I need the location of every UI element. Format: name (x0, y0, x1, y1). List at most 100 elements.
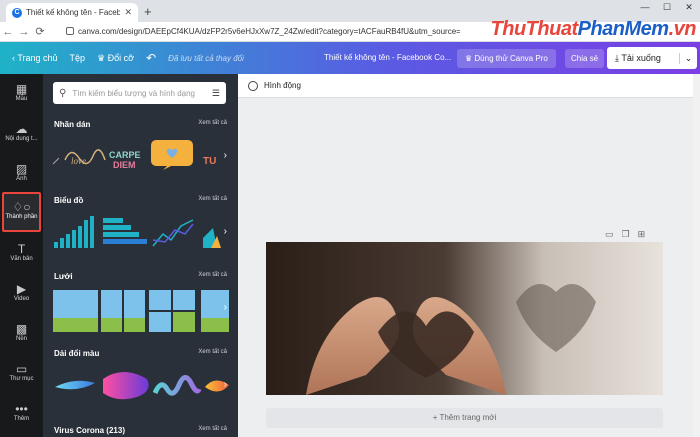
url-field[interactable]: canva.com/design/DAEEpCf4KUA/dzFP2r5v6eH… (66, 25, 460, 39)
sidebar-item-text[interactable]: T Văn bản (0, 242, 43, 262)
editor-toolbar: ‹ Trang chủ Tệp ♛ Đổi cỡ ↶ Đã lưu tất cả… (0, 42, 700, 74)
folder-icon: ▭ (15, 362, 28, 376)
see-all-link[interactable]: Xem tất cả (198, 196, 227, 202)
page-actions: ▭❐⊞ (605, 229, 653, 240)
section-title: Virus Corona (213) (54, 426, 125, 435)
sidebar-item-photos[interactable]: ▨ Ảnh (0, 162, 43, 182)
filter-sliders-icon[interactable]: ☰ (212, 88, 220, 99)
back-icon[interactable]: ← (0, 26, 16, 38)
sidebar-item-more[interactable]: ••• Thêm (0, 402, 43, 422)
sidebar-item-uploads[interactable]: ☁ Nội dung t... (0, 122, 43, 142)
section-gradients-header: Dải đổi màu Xem tất cả (54, 349, 227, 361)
section-covid-header: Virus Corona (213) Xem tất cả (54, 426, 227, 437)
download-label: Tải xuống (621, 52, 661, 63)
resize-button[interactable]: ♛ Đổi cỡ (97, 53, 134, 64)
grids-thumbnails[interactable] (51, 288, 231, 334)
chevron-right-icon[interactable]: › (224, 379, 227, 390)
section-title: Biểu đồ (54, 196, 84, 205)
sidebar-item-folders[interactable]: ▭ Thư mục (0, 362, 43, 382)
saved-status: Đã lưu tất cả thay đổi (168, 53, 244, 63)
forward-icon[interactable]: → (16, 26, 32, 38)
canvas-scrollbar[interactable] (693, 74, 700, 437)
chevron-right-icon[interactable]: › (224, 226, 227, 237)
section-charts-header: Biểu đồ Xem tất cả (54, 196, 227, 208)
text-t-icon: T (17, 242, 26, 256)
try-pro-button[interactable]: ♛ Dùng thử Canva Pro (457, 49, 556, 68)
close-tab-icon[interactable]: ✕ (124, 7, 132, 18)
download-button[interactable]: ⤓ Tải xuống ⌄ (607, 47, 697, 69)
stickers-thumbnails[interactable]: love CARPE DIEM TU (51, 136, 231, 178)
close-window-icon[interactable]: ✕ (678, 0, 700, 14)
animate-button[interactable]: Hình động (238, 74, 700, 98)
undo-icon[interactable]: ↶ (146, 51, 156, 65)
see-all-link[interactable]: Xem tất cả (198, 120, 227, 126)
sidebar-item-elements[interactable]: ♢○ Thành phần (2, 192, 41, 232)
resize-label: Đổi cỡ (107, 52, 135, 63)
add-page-icon[interactable]: ⊞ (638, 229, 654, 239)
charts-row: › (51, 212, 231, 254)
charts-thumbnails[interactable] (51, 212, 231, 254)
sidebar-item-templates[interactable]: ▦ Mẫu (0, 82, 43, 102)
reload-icon[interactable]: ⟳ (32, 25, 48, 38)
home-button[interactable]: ‹ Trang chủ (12, 53, 58, 63)
sidebar-item-label: Ảnh (16, 176, 27, 182)
section-grids-header: Lưới Xem tất cả (54, 272, 227, 284)
svg-text:DIEM: DIEM (113, 160, 136, 170)
stickers-row: love CARPE DIEM TU › (51, 136, 231, 178)
maximize-icon[interactable]: ☐ (656, 0, 678, 14)
svg-text:TU: TU (203, 156, 216, 167)
canva-favicon-icon: C (12, 7, 22, 18)
more-dots-icon: ••• (15, 402, 28, 416)
window-controls: — ☐ ✕ (634, 0, 700, 14)
sidebar-item-video[interactable]: ▶ Video (0, 282, 43, 302)
note-icon[interactable]: ▭ (605, 229, 622, 239)
sidebar-item-background[interactable]: ▩ Nền (0, 322, 43, 342)
search-icon: ⚲ (59, 87, 67, 99)
grids-row: › (51, 288, 231, 332)
minimize-icon[interactable]: — (634, 0, 656, 14)
sidebar-item-label: Văn bản (10, 256, 33, 262)
hands-heart-image (266, 242, 663, 395)
file-menu[interactable]: Tệp (70, 53, 86, 63)
chevron-down-icon[interactable]: ⌄ (679, 52, 697, 64)
tab-title: Thiết kế không tên - Facebook C (26, 8, 121, 17)
svg-text:love: love (71, 156, 86, 166)
section-stickers-header: Nhãn dán Xem tất cả (54, 120, 227, 132)
canvas-area: Hình động ▭❐⊞ + Thêm trang mới (238, 74, 700, 437)
lock-icon (66, 27, 74, 35)
share-button[interactable]: Chia sẻ (565, 49, 605, 68)
photo-icon: ▨ (15, 162, 28, 176)
gradients-thumbnails[interactable] (51, 365, 231, 407)
svg-text:CARPE: CARPE (109, 150, 141, 160)
sidebar-item-label: Video (13, 296, 30, 302)
see-all-link[interactable]: Xem tất cả (198, 349, 227, 355)
chevron-right-icon[interactable]: › (224, 150, 227, 161)
search-input[interactable]: ⚲ Tìm kiếm biểu tượng và hình dạng ☰ (53, 82, 226, 104)
document-title[interactable]: Thiết kế không tên - Facebook Co... (324, 53, 451, 62)
sidebar-item-label: Nền (15, 336, 27, 342)
crown-icon: ♛ (465, 54, 475, 63)
duplicate-icon[interactable]: ❐ (622, 229, 638, 239)
browser-tab[interactable]: C Thiết kế không tên - Facebook C ✕ (6, 3, 138, 22)
see-all-link[interactable]: Xem tất cả (198, 272, 227, 278)
watermark-part1: ThuThuat (490, 18, 579, 40)
watermark-part3: .vn (668, 18, 697, 40)
gradients-row: › (51, 365, 231, 407)
sidebar-item-label: Thư mục (9, 376, 34, 382)
sidebar-item-label: Thêm (13, 416, 30, 422)
search-placeholder: Tìm kiếm biểu tượng và hình dạng (72, 88, 195, 98)
section-title: Lưới (54, 272, 73, 281)
left-sidebar: ▦ Mẫu ☁ Nội dung t... ▨ Ảnh ♢○ Thành phần TV… (0, 74, 43, 437)
crown-icon: ♛ (97, 52, 108, 63)
background-pattern-icon: ▩ (15, 322, 28, 336)
design-photo-hands-heart[interactable] (266, 242, 663, 395)
sidebar-item-label: Thành phần (5, 214, 38, 220)
templates-icon: ▦ (15, 82, 28, 96)
watermark-logo: ThuThuatPhanMem.vn (490, 18, 697, 41)
elements-shapes-icon: ♢○ (12, 200, 31, 214)
add-page-button[interactable]: + Thêm trang mới (266, 408, 663, 428)
see-all-link[interactable]: Xem tất cả (198, 426, 227, 432)
url-text: canva.com/design/DAEEpCf4KUA/dzFP2r5v6eH… (78, 27, 460, 36)
chevron-right-icon[interactable]: › (224, 302, 227, 313)
new-tab-button[interactable]: + (144, 4, 152, 19)
